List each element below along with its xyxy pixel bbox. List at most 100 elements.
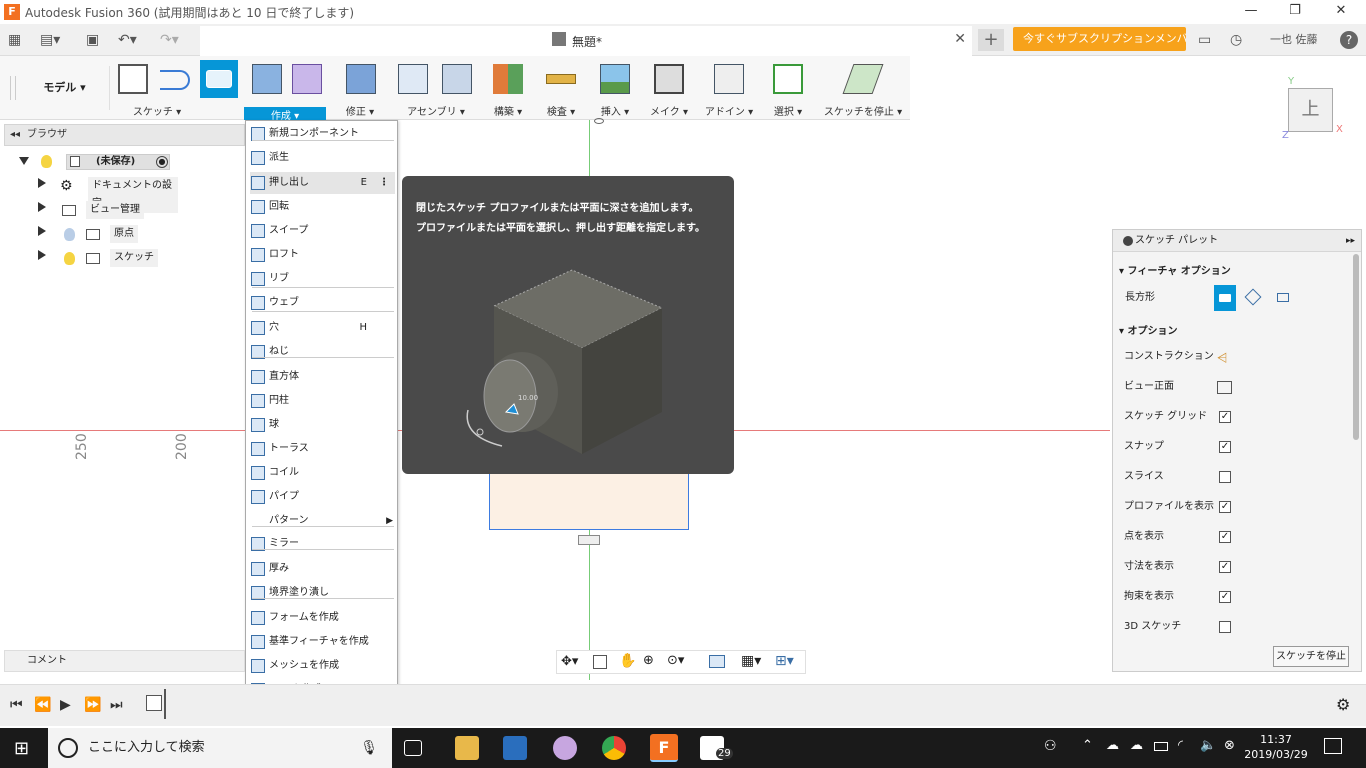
paint-icon[interactable] [553,736,577,760]
expand-icon[interactable] [19,157,29,165]
feature-options-heading[interactable]: ▾ フィーチャ オプション [1119,262,1231,277]
close-window-button[interactable]: ✕ [1318,0,1364,24]
notifications-icon[interactable]: ▭ [1198,30,1211,50]
visibility-bulb-icon[interactable] [64,252,75,265]
construction-icon[interactable]: ⩤ [1217,351,1227,366]
select-group[interactable]: 選択 ▾ [764,56,812,120]
help-icon[interactable]: ? [1340,31,1358,49]
comments-panel[interactable]: コメント [4,650,245,672]
browser-root[interactable]: (未保存) ● [19,153,180,171]
menu-item[interactable]: 境界塗り潰し [250,582,395,604]
task-view-icon[interactable] [404,740,422,756]
modify-group[interactable]: 修正 ▾ [336,56,384,120]
menu-item[interactable]: 円柱 [250,390,395,412]
expand-icon[interactable] [38,202,46,212]
visibility-bulb-icon[interactable] [64,228,75,241]
menu-item[interactable]: 基準フィーチャを作成 [250,631,395,653]
go-to-start-icon[interactable]: ⏮ [10,697,23,713]
onedrive-icon[interactable]: ☁ [1106,738,1119,753]
menu-item[interactable]: パターン ▶ [250,510,395,532]
palette-option-checkbox[interactable]: ✓ [1219,411,1231,423]
file-menu-icon[interactable]: ▤▾ [40,30,60,50]
palette-scrollbar[interactable] [1353,254,1359,440]
people-icon[interactable]: ⚇ [1044,738,1057,754]
close-tab-icon[interactable]: ✕ [954,31,966,47]
show-hidden-icons[interactable]: ⌃ [1082,738,1093,753]
fusion-taskbar-icon[interactable]: F [650,734,678,762]
palette-option-checkbox[interactable] [1219,471,1231,483]
addins-group[interactable]: アドイン ▾ [700,56,758,120]
ime-icon[interactable]: ⊗ [1224,738,1235,753]
user-name[interactable]: 一也 佐藤 [1270,30,1318,50]
line-tool-icon[interactable] [160,70,190,90]
wifi-icon[interactable]: ◜ [1178,738,1183,753]
create-group[interactable]: 作成 ▾ [244,56,326,122]
menu-item[interactable]: フォームを作成 [250,607,395,629]
expand-icon[interactable] [38,250,46,260]
rectangle-tool-button[interactable] [200,60,238,98]
menu-item[interactable]: トーラス [250,438,395,460]
options-heading[interactable]: ▾ オプション [1119,322,1178,337]
timeline-sketch-item-icon[interactable] [146,695,162,711]
timeline-settings-gear-icon[interactable]: ⚙ [1336,695,1350,714]
menu-item[interactable]: 直方体 [250,366,395,388]
store-icon[interactable] [503,736,527,760]
file-explorer-icon[interactable] [455,736,479,760]
job-status-icon[interactable]: ◷ [1230,30,1242,50]
action-center-icon[interactable] [1324,738,1342,754]
menu-item[interactable]: コイル [250,462,395,484]
taskbar-search-box[interactable]: ここに入力して検索 🎙 [48,728,392,768]
sketch-group[interactable]: スケッチ ▾ [112,56,242,120]
redo-icon[interactable]: ↷▾ [160,30,179,50]
menu-item[interactable]: 回転 [250,196,395,218]
menu-item[interactable]: 球 [250,414,395,436]
menu-item[interactable]: ねじ [250,341,395,363]
workspace-dropdown[interactable]: モデル ▾ [20,66,110,110]
save-icon[interactable]: ▣ [86,30,99,50]
volume-icon[interactable]: 🔈 [1200,738,1216,753]
step-back-icon[interactable]: ⏪ [34,697,51,713]
display-settings-icon[interactable] [709,655,725,668]
play-icon[interactable]: ▶ [60,697,71,713]
create-sketch-icon[interactable] [118,64,148,94]
browser-header[interactable]: ◂◂ ブラウザ [4,124,245,146]
browser-item-origin[interactable]: 原点 [38,225,178,243]
onedrive-personal-icon[interactable]: ☁ [1130,738,1143,753]
make-group[interactable]: メイク ▾ [646,56,692,120]
timeline-marker[interactable] [164,689,166,719]
menu-item[interactable]: 押し出し E ⋮ [250,172,395,194]
palette-expand-icon[interactable]: ▸▸ [1346,230,1355,252]
zoom-icon[interactable]: ⊕ [643,653,654,668]
more-options-icon[interactable]: ⋮ [379,172,389,194]
palette-header[interactable]: スケッチ パレット ▸▸ [1113,230,1361,252]
create-group-label[interactable]: 作成 ▾ [244,107,326,122]
viewports-icon[interactable]: ⊞▾ [775,653,794,669]
menu-item[interactable]: 穴H [250,317,395,339]
look-at-icon[interactable] [1217,381,1232,394]
minimize-button[interactable]: — [1228,0,1274,24]
palette-close-icon[interactable] [1123,236,1133,246]
fit-icon[interactable]: ⊙▾ [667,653,684,668]
menu-item[interactable]: 新規コンポーネント [250,123,395,145]
pan-hand-icon[interactable]: ✋ [619,653,636,669]
apps-grid-icon[interactable]: ▦ [8,30,21,50]
system-clock[interactable]: 11:37 2019/03/29 [1244,732,1308,762]
menu-item[interactable]: ロフト [250,244,395,266]
battery-icon[interactable] [1154,742,1168,751]
grid-settings-icon[interactable]: ▦▾ [741,653,761,669]
go-to-end-icon[interactable]: ⏭ [110,697,123,713]
menu-item[interactable]: スイープ [250,220,395,242]
ribbon-grip[interactable] [10,76,16,100]
inspect-group[interactable]: 検査 ▾ [538,56,584,120]
undo-icon[interactable]: ↶▾ [118,30,137,50]
menu-item[interactable]: ミラー [250,533,395,555]
activate-radio-icon[interactable]: ● [156,156,168,168]
palette-option-checkbox[interactable] [1219,621,1231,633]
look-at-icon[interactable] [593,655,607,669]
insert-group[interactable]: 挿入 ▾ [592,56,638,120]
expand-icon[interactable] [38,226,46,236]
document-tab[interactable]: 無題* ✕ [200,26,972,56]
palette-option-checkbox[interactable]: ✓ [1219,441,1231,453]
view-cube[interactable]: 上 [1288,88,1333,132]
visibility-bulb-icon[interactable] [41,154,53,168]
